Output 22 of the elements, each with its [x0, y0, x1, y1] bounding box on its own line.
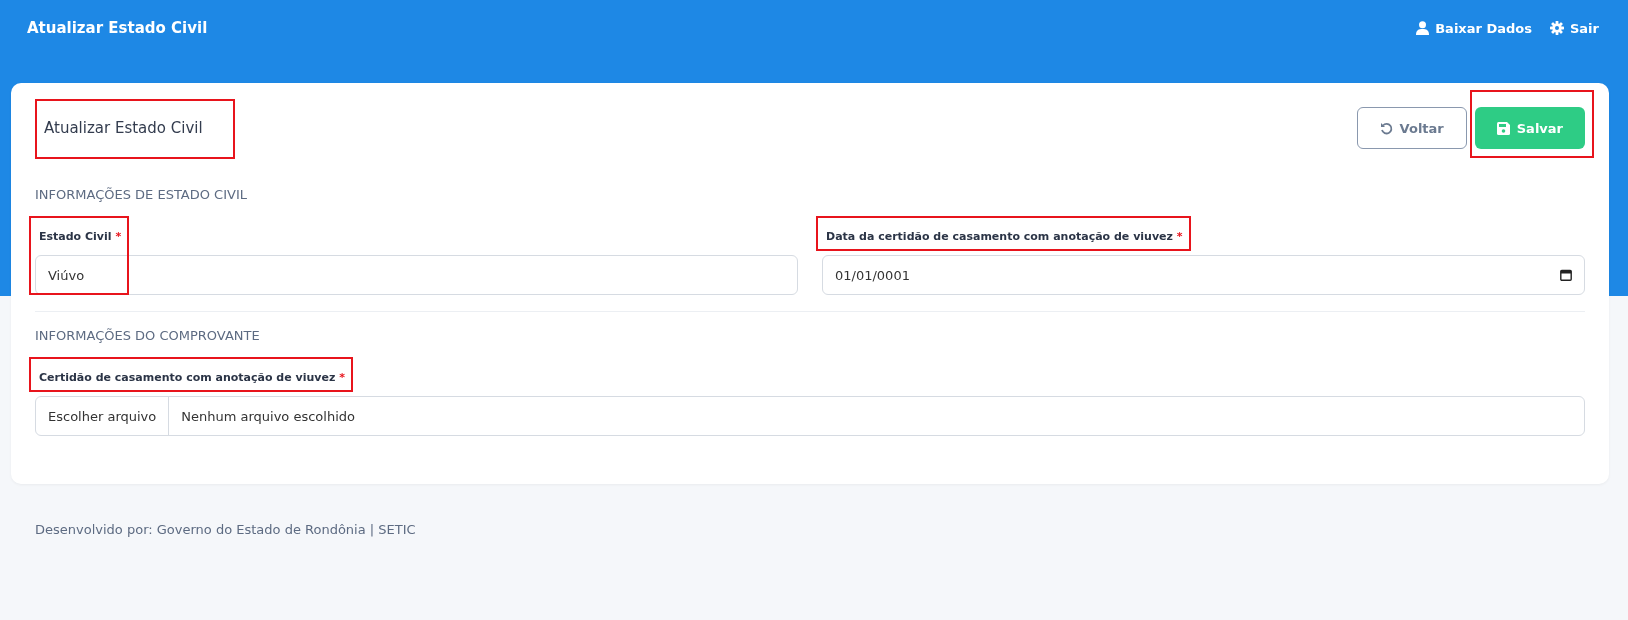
section-heading: INFORMAÇÕES DO COMPROVANTE — [35, 328, 261, 343]
header-link[interactable]: Sair — [1550, 20, 1599, 36]
required-mark: * — [339, 371, 345, 384]
user-icon — [1416, 21, 1430, 35]
footer-text: Desenvolvido por: Governo do Estado de Rondônia | SETIC — [34, 521, 417, 539]
undo-icon — [1379, 121, 1393, 135]
field-label: Estado Civil * — [38, 229, 123, 245]
date-field[interactable]: 01/01/0001 — [822, 255, 1585, 295]
calendar-icon — [1560, 269, 1572, 281]
section-heading: INFORMAÇÕES DE ESTADO CIVIL — [35, 187, 248, 202]
header-link[interactable]: Baixar Dados — [1416, 20, 1532, 36]
required-mark: * — [1176, 230, 1183, 243]
field-label: Certidão de casamento com anotação de viuvez * — [38, 370, 346, 386]
file-field[interactable]: Escolher arquivo Nenhum arquivo escolhido — [35, 396, 1585, 436]
app-title: Atualizar Estado Civil — [27, 19, 208, 37]
text-field[interactable]: Viúvo — [35, 255, 798, 295]
save-icon — [1496, 121, 1510, 135]
page-heading: Atualizar Estado Civil — [43, 118, 204, 139]
settings-icon — [1550, 21, 1564, 35]
field-label: Data da certidão de casamento com anotação de viuvez * — [825, 229, 1184, 245]
required-mark: * — [115, 230, 122, 243]
back-button[interactable]: Voltar — [1356, 107, 1467, 149]
